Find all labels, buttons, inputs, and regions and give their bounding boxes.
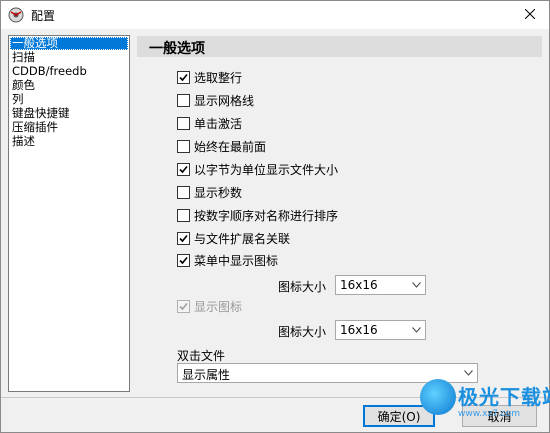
checkbox-single-click[interactable]: 单击激活 [177,116,242,131]
sidebar-item-scan[interactable]: 扫描 [9,51,129,64]
checkbox-label: 以字节为单位显示文件大小 [194,163,339,177]
checkbox-box[interactable] [177,254,190,267]
window-title: 配置 [31,9,56,23]
watermark-logo-icon [420,379,456,415]
sidebar-item-description[interactable]: 描述 [9,135,129,148]
icon-size-label: 图标大小 [278,325,327,339]
checkbox-label: 显示图标 [194,300,243,314]
sidebar-item-shortcuts[interactable]: 键盘快捷键 [9,107,129,120]
sidebar-item-general[interactable]: 一般选项 [10,37,128,50]
check-icon [179,302,188,311]
checkbox-file-association[interactable]: 与文件扩展名关联 [177,231,290,246]
category-list[interactable]: 一般选项 扫描 CDDB/freedb 颜色 列 键盘快捷键 压缩插件 描述 [8,35,130,392]
checkbox-show-seconds[interactable]: 显示秒数 [177,185,242,200]
sidebar-item-cddb[interactable]: CDDB/freedb [9,65,129,78]
check-icon [179,234,188,243]
checkbox-label: 单击激活 [194,117,243,131]
checkbox-always-on-top[interactable]: 始终在最前面 [177,139,266,154]
checkbox-label: 与文件扩展名关联 [194,232,291,246]
checkbox-box[interactable] [177,186,190,199]
checkbox-select-full-row[interactable]: 选取整行 [177,70,242,85]
select-value: 16x16 [340,323,378,337]
watermark-url: www.xz7.com [458,409,520,419]
select-value: 16x16 [340,278,378,292]
checkbox-menu-icons[interactable]: 菜单中显示图标 [177,253,278,268]
watermark: 极光下载站 www.xz7.com [420,379,550,433]
title-bar: 配置 [1,1,549,29]
checkbox-box[interactable] [177,209,190,222]
sidebar-item-compression[interactable]: 压缩插件 [9,121,129,134]
close-icon [524,8,536,22]
config-dialog: 配置 一般选项 扫描 CDDB/freedb 颜色 列 键盘快捷键 压缩插件 描… [0,0,550,433]
checkbox-box[interactable] [177,163,190,176]
sidebar-item-colors[interactable]: 颜色 [9,79,129,92]
checkbox-box[interactable] [177,232,190,245]
menu-icon-size-select[interactable]: 16x16 [335,275,426,295]
checkbox-box[interactable] [177,71,190,84]
chevron-down-icon [408,276,425,294]
app-icon [8,7,24,23]
checkbox-box[interactable] [177,300,190,313]
check-icon [179,73,188,82]
checkbox-label: 按数字顺序对名称进行排序 [194,209,339,223]
panel-title: 一般选项 [149,41,205,57]
check-icon [179,165,188,174]
close-button[interactable] [511,1,549,29]
sidebar-item-columns[interactable]: 列 [9,93,129,106]
checkbox-label: 显示网格线 [194,94,255,108]
watermark-name: 极光下载站 [458,385,550,409]
checkbox-box[interactable] [177,117,190,130]
checkbox-numeric-sort[interactable]: 按数字顺序对名称进行排序 [177,208,338,223]
checkbox-box[interactable] [177,94,190,107]
menu-icon-size-label: 图标大小 [278,280,327,294]
panel-header: 一般选项 [137,36,542,57]
double-click-label: 双击文件 [177,349,226,363]
checkbox-label: 始终在最前面 [194,140,267,154]
checkbox-label: 选取整行 [194,71,243,85]
checkbox-box[interactable] [177,140,190,153]
check-icon [179,256,188,265]
checkbox-label: 菜单中显示图标 [194,254,279,268]
checkbox-size-in-bytes[interactable]: 以字节为单位显示文件大小 [177,162,338,177]
select-value: 显示属性 [182,368,231,382]
checkbox-label: 显示秒数 [194,186,243,200]
icon-size-select[interactable]: 16x16 [335,320,426,340]
checkbox-show-gridlines[interactable]: 显示网格线 [177,93,254,108]
checkbox-show-icons[interactable]: 显示图标 [177,299,242,314]
chevron-down-icon [408,321,425,339]
